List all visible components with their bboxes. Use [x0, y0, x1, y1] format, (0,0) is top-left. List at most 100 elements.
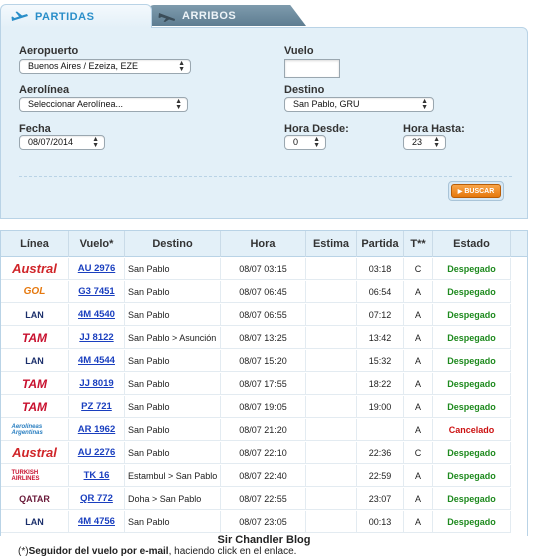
flight-link[interactable]: PZ 721 — [81, 401, 112, 412]
estimated-time-cell — [306, 442, 357, 464]
aeropuerto-select[interactable]: Buenos Aires / Ezeiza, EZE ▲ ▼ — [19, 59, 191, 74]
austral-logo: Austral — [12, 261, 57, 276]
aeropuerto-label: Aeropuerto — [19, 45, 79, 57]
tam-logo: TAM — [21, 399, 48, 414]
table-row: TAM JJ 8019 San Pablo 08/07 17:55 18:22 A Desp… — [1, 373, 527, 395]
flight-link[interactable]: AU 2976 — [78, 263, 116, 274]
scheduled-time-cell: 08/07 19:05 — [221, 396, 306, 418]
airline-cell: LAN — [1, 511, 69, 533]
flight-link[interactable]: 4M 4544 — [78, 355, 115, 366]
col-linea: Línea — [1, 231, 69, 257]
hora-hasta-select[interactable]: 23 ▲ ▼ — [403, 135, 446, 150]
flight-link[interactable]: TK 16 — [84, 470, 110, 481]
scheduled-time-cell: 08/07 23:05 — [221, 511, 306, 533]
austral-logo: Austral — [12, 445, 57, 460]
destination-cell: San Pablo — [125, 396, 221, 418]
departure-time-cell: 22:36 — [357, 442, 404, 464]
table-row: TURKISH AIRLINES TK 16 Estambul > San Pabl… — [1, 465, 527, 487]
flight-link[interactable]: QR 772 — [80, 493, 113, 504]
scheduled-time-cell: 08/07 22:10 — [221, 442, 306, 464]
departure-time-cell: 06:54 — [357, 281, 404, 303]
terminal-cell: A — [404, 373, 433, 395]
terminal-cell: A — [404, 350, 433, 372]
flight-link[interactable]: 4M 4540 — [78, 309, 115, 320]
col-estado: Estado — [433, 231, 511, 257]
scheduled-time-cell: 08/07 22:55 — [221, 488, 306, 510]
airline-cell: Austral — [1, 442, 69, 464]
status-badge: Despegado — [447, 378, 496, 389]
select-arrows-icon: ▲ ▼ — [433, 135, 440, 149]
status-badge: Despegado — [447, 309, 496, 320]
flights-table: Línea Vuelo* Destino Hora Estima Partida… — [0, 230, 528, 536]
terminal-cell: C — [404, 258, 433, 280]
flight-link[interactable]: AU 2276 — [78, 447, 116, 458]
hora-hasta-label: Hora Hasta: — [403, 123, 465, 135]
table-row: Austral AU 2976 San Pablo 08/07 03:15 03:18 C… — [1, 258, 527, 280]
flight-cell: PZ 721 — [69, 396, 125, 418]
flight-cell: G3 7451 — [69, 281, 125, 303]
destination-cell: San Pablo — [125, 304, 221, 326]
departure-time-cell: 22:59 — [357, 465, 404, 487]
flight-link[interactable]: G3 7451 — [78, 286, 114, 297]
lan-logo: LAN — [25, 355, 44, 366]
hora-desde-value: 0 — [293, 137, 299, 147]
aerolinea-select[interactable]: Seleccionar Aerolínea... ▲ ▼ — [19, 97, 188, 112]
table-row: GOL G3 7451 San Pablo 08/07 06:45 06:54 A Desp… — [1, 281, 527, 303]
airline-cell: Aerolíneas Argentinas — [1, 419, 69, 441]
status-badge: Cancelado — [448, 424, 495, 435]
flight-cell: TK 16 — [69, 465, 125, 487]
airline-cell: TAM — [1, 396, 69, 418]
footnote: (*)Seguidor del vuelo por e-mail, hacien… — [18, 546, 296, 557]
flight-link[interactable]: 4M 4756 — [78, 516, 115, 527]
airline-cell: LAN — [1, 304, 69, 326]
footnote-prefix: (*) — [18, 546, 29, 557]
tab-partidas[interactable]: PARTIDAS — [0, 4, 152, 28]
status-cell: Cancelado — [433, 419, 511, 441]
table-row: TAM JJ 8122 San Pablo > Asunción 08/07 13:2… — [1, 327, 527, 349]
fecha-select[interactable]: 08/07/2014 ▲ ▼ — [19, 135, 105, 150]
col-destino: Destino — [125, 231, 221, 257]
fecha-value: 08/07/2014 — [28, 137, 74, 147]
flight-link[interactable]: JJ 8019 — [79, 378, 113, 389]
departure-time-cell: 13:42 — [357, 327, 404, 349]
select-arrows-icon: ▲ ▼ — [175, 97, 182, 111]
estimated-time-cell — [306, 396, 357, 418]
destination-cell: San Pablo — [125, 511, 221, 533]
hora-desde-select[interactable]: 0 ▲ ▼ — [284, 135, 326, 150]
flight-cell: JJ 8122 — [69, 327, 125, 349]
status-cell: Despegado — [433, 396, 511, 418]
flight-cell: AR 1962 — [69, 419, 125, 441]
flight-cell: 4M 4544 — [69, 350, 125, 372]
flight-link[interactable]: JJ 8122 — [79, 332, 113, 343]
select-arrows-icon: ▲ ▼ — [421, 97, 428, 111]
gol-logo: GOL — [23, 286, 46, 297]
terminal-cell: A — [404, 419, 433, 441]
tab-bar: PARTIDAS ARRIBOS — [0, 0, 540, 28]
flight-cell: JJ 8019 — [69, 373, 125, 395]
estimated-time-cell — [306, 465, 357, 487]
status-badge: Despegado — [447, 332, 496, 343]
scheduled-time-cell: 08/07 21:20 — [221, 419, 306, 441]
vuelo-input[interactable] — [284, 59, 340, 78]
departure-time-cell: 00:13 — [357, 511, 404, 533]
play-arrow-icon: ▶ — [457, 188, 463, 195]
status-badge: Despegado — [447, 401, 496, 412]
terminal-cell: A — [404, 327, 433, 349]
col-partida: Partida — [357, 231, 404, 257]
departure-time-cell: 19:00 — [357, 396, 404, 418]
status-badge: Despegado — [447, 447, 496, 458]
footnote-rest: , haciendo click en el enlace. — [168, 546, 297, 557]
destination-cell: Estambul > San Pablo — [125, 465, 221, 487]
buscar-button[interactable]: ▶ BUSCAR — [448, 181, 504, 201]
hora-desde-label: Hora Desde: — [284, 123, 349, 135]
table-row: LAN 4M 4544 San Pablo 08/07 15:20 15:32 A Desp… — [1, 350, 527, 372]
tab-arribos[interactable]: ARRIBOS — [148, 5, 306, 26]
terminal-cell: A — [404, 511, 433, 533]
flight-link[interactable]: AR 1962 — [78, 424, 116, 435]
destino-select[interactable]: San Pablo, GRU ▲ ▼ — [284, 97, 434, 112]
airline-cell: TAM — [1, 373, 69, 395]
destination-cell: San Pablo > Asunción — [125, 327, 221, 349]
select-arrows-icon: ▲ ▼ — [313, 135, 320, 149]
table-row: LAN 4M 4540 San Pablo 08/07 06:55 07:12 A Desp… — [1, 304, 527, 326]
buscar-label: BUSCAR — [464, 187, 495, 195]
